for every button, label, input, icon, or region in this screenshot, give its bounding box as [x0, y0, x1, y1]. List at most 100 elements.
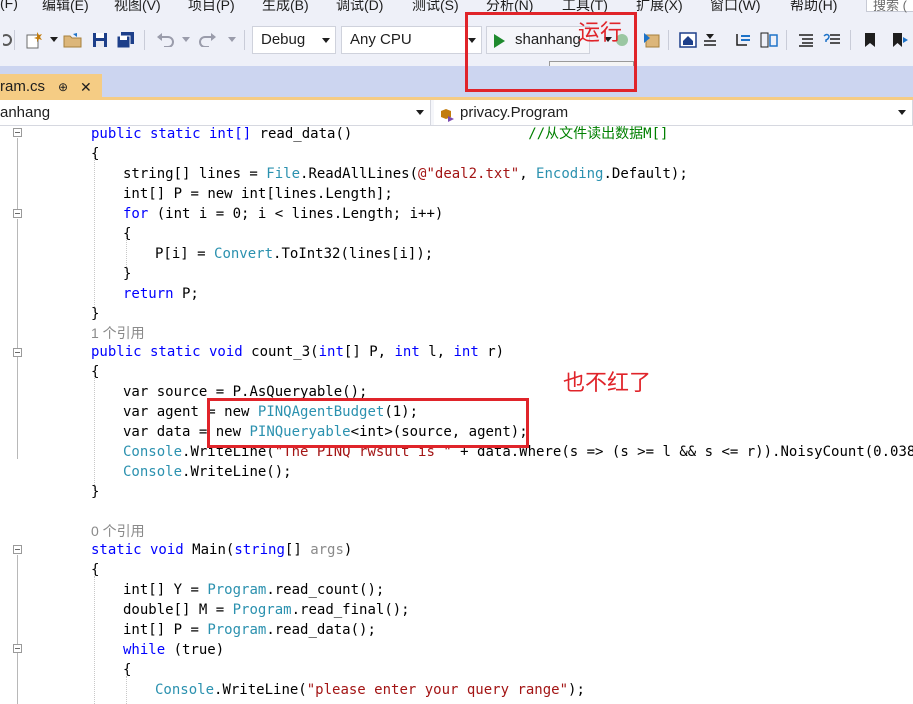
code-token: var — [123, 404, 149, 420]
code-token: , — [519, 166, 537, 182]
code-token: l, — [419, 344, 454, 360]
step-into-icon[interactable] — [733, 29, 753, 51]
toolbar-separator — [668, 30, 669, 50]
code-token: int — [318, 344, 344, 360]
code-token: int — [394, 344, 420, 360]
code-token: string[] lines = — [123, 166, 267, 182]
code-token: var — [123, 424, 149, 440]
code-token: ) — [215, 642, 225, 658]
highlight-box — [207, 398, 529, 448]
save-all-icon[interactable] — [116, 29, 136, 51]
project-select[interactable]: anhang — [0, 100, 431, 125]
code-line: int[] P = Program.read_data(); — [123, 620, 376, 640]
code-token: Console — [123, 444, 183, 460]
menu-edit[interactable]: 编辑(E) — [42, 0, 89, 14]
code-token: int — [165, 206, 191, 222]
menu-bar: (F) 编辑(E) 视图(V) 项目(P) 生成(B) 调试(D) 测试(S) … — [0, 0, 913, 14]
code-line: { — [123, 662, 132, 678]
collapse-region-icon[interactable] — [13, 128, 22, 137]
codelens-references[interactable]: 1 个引用 — [91, 323, 145, 343]
code-token: int — [123, 622, 149, 638]
search-box[interactable]: 搜索 ( — [866, 0, 913, 13]
menu-file[interactable]: (F) — [0, 0, 18, 11]
code-line: } — [91, 306, 100, 322]
code-token: () — [335, 126, 353, 142]
collapse-region-icon[interactable] — [13, 348, 22, 357]
solution-configuration-select[interactable]: Debug — [252, 26, 336, 54]
fold-line — [17, 555, 18, 704]
undo-dropdown-icon[interactable] — [176, 29, 196, 51]
toolbar-separator — [786, 30, 787, 50]
menu-window[interactable]: 窗口(W) — [710, 0, 761, 14]
collapse-region-icon[interactable] — [13, 545, 22, 554]
menu-view[interactable]: 视图(V) — [114, 0, 161, 14]
type-select[interactable]: privacy.Program — [434, 100, 913, 125]
code-token: static void — [91, 542, 193, 558]
save-icon[interactable] — [90, 29, 110, 51]
code-token: .read_data(); — [266, 622, 376, 638]
code-string: @"deal2.txt" — [418, 166, 520, 182]
code-token: ( — [148, 206, 166, 222]
code-line: for (int i = 0; i < lines.Length; i++) — [123, 204, 443, 224]
indent-guide — [94, 576, 95, 704]
code-line: int[] Y = Program.read_count(); — [123, 580, 384, 600]
code-editor[interactable]: public static int[] read_data()//从文件读出数据… — [0, 126, 913, 704]
redo-dropdown-icon[interactable] — [222, 29, 242, 51]
home-icon[interactable] — [678, 29, 698, 51]
menu-test[interactable]: 测试(S) — [412, 0, 459, 14]
toolbar-separator — [244, 30, 245, 50]
menu-extensions[interactable]: 扩展(X) — [636, 0, 683, 14]
code-line: Console.WriteLine("please enter your que… — [155, 680, 585, 700]
code-line: double[] M = Program.read_final(); — [123, 600, 410, 620]
bookmark-icon[interactable] — [860, 29, 880, 51]
new-project-icon[interactable] — [24, 29, 44, 51]
collapse-region-icon[interactable] — [13, 209, 22, 218]
chevron-down-icon — [322, 38, 330, 43]
code-token: args — [310, 542, 344, 558]
code-token: Console — [123, 464, 183, 480]
collapse-region-icon[interactable] — [13, 644, 22, 653]
code-token: Program — [207, 582, 267, 598]
redo-icon[interactable] — [198, 29, 218, 51]
code-token: Program — [207, 622, 267, 638]
indent-guide — [126, 676, 127, 704]
code-line: public static int[] read_data() //从文件读出数据… — [91, 126, 668, 144]
code-line: static void Main(string[] args) — [91, 540, 352, 560]
menu-build[interactable]: 生成(B) — [262, 0, 309, 14]
project-select-value: anhang — [0, 104, 51, 121]
code-token: int — [453, 344, 479, 360]
hot-reload-icon[interactable] — [642, 29, 662, 51]
code-token: [] M = — [173, 602, 233, 618]
menu-project[interactable]: 项目(P) — [188, 0, 235, 14]
next-bookmark-icon[interactable] — [890, 29, 910, 51]
menu-help[interactable]: 帮助(H) — [790, 0, 837, 14]
solution-platform-select[interactable]: Any CPU — [341, 26, 482, 54]
view-dropdown-icon[interactable] — [700, 29, 720, 51]
code-string: "please enter your query range" — [306, 682, 569, 698]
object-browser-icon[interactable] — [759, 29, 779, 51]
code-line: P[i] = Convert.ToInt32(lines[i]); — [155, 244, 433, 264]
code-token: [] P = — [148, 186, 208, 202]
nav-back-icon[interactable] — [0, 29, 20, 51]
dropdown-arrow-icon[interactable] — [44, 29, 64, 51]
undo-icon[interactable] — [155, 29, 175, 51]
code-token: .read_final(); — [291, 602, 410, 618]
open-folder-icon[interactable] — [63, 29, 83, 51]
menu-debug[interactable]: 调试(D) — [336, 0, 383, 14]
code-token: public static int[] — [91, 126, 260, 142]
code-token: read_data — [259, 126, 336, 142]
code-token: var — [123, 384, 149, 400]
codelens-references[interactable]: 0 个引用 — [91, 521, 145, 541]
code-token: int — [123, 582, 149, 598]
toolbar-separator — [144, 30, 145, 50]
code-line: public static void count_3(int[] P, int … — [91, 342, 504, 362]
code-token: Convert — [214, 246, 274, 262]
code-line: while (true) — [123, 640, 224, 660]
toolbar: Debug Any CPU shanhang — [0, 14, 913, 66]
code-line: int[] P = new int[lines.Length]; — [123, 184, 393, 204]
code-token: data = — [148, 424, 216, 440]
uncomment-lines-icon[interactable] — [822, 29, 842, 51]
type-select-value: privacy.Program — [460, 104, 569, 121]
code-token: P[i] = — [155, 246, 215, 262]
comment-lines-icon[interactable] — [796, 29, 816, 51]
